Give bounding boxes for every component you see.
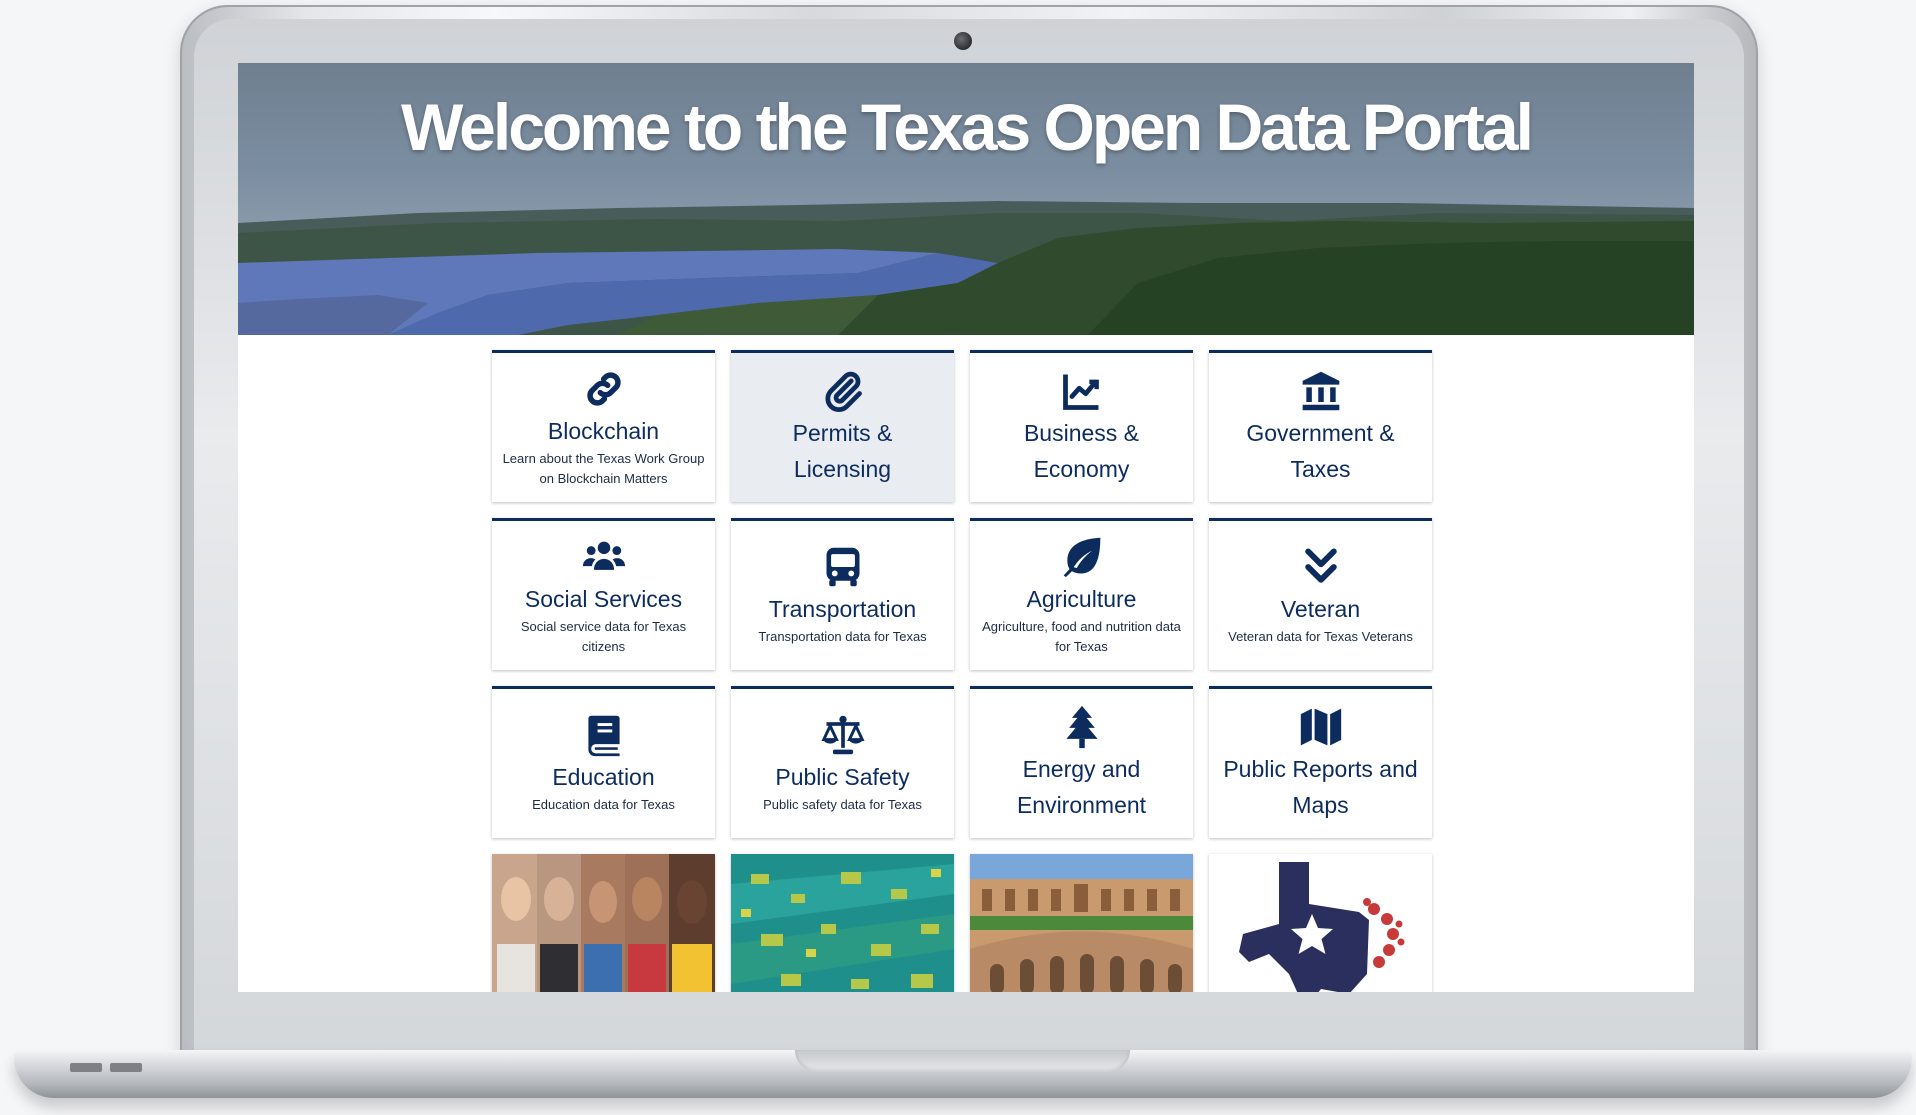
tile-veteran[interactable]: Veteran Veteran data for Texas Veterans	[1209, 518, 1432, 670]
tile-description: Veteran data for Texas Veterans	[1228, 628, 1413, 644]
texas-logo[interactable]	[1209, 854, 1432, 992]
landmark-icon	[1299, 369, 1343, 413]
tile-description: Learn about the Texas Work Group on Bloc…	[502, 450, 705, 486]
browser-screen: Welcome to the Texas Open Data Portal Bl…	[238, 63, 1694, 992]
chart-line-icon	[1060, 369, 1104, 413]
tile-description: Agriculture, food and nutrition data for…	[982, 618, 1181, 654]
laptop-vent	[70, 1063, 102, 1072]
tile-title: Transportation	[768, 595, 917, 622]
tile-title: Business & Economy	[1023, 419, 1140, 482]
capitol-photo[interactable]	[970, 854, 1193, 992]
leaf-icon	[1060, 535, 1104, 579]
tile-transportation[interactable]: Transportation Transportation data for T…	[731, 518, 954, 670]
link-icon	[582, 367, 626, 411]
hero-banner: Welcome to the Texas Open Data Portal	[238, 63, 1694, 335]
page-title: Welcome to the Texas Open Data Portal	[401, 90, 1534, 164]
tile-title: Permits & Licensing	[792, 419, 893, 482]
bus-icon	[821, 545, 865, 589]
tile-description: Social service data for Texas citizens	[520, 618, 687, 654]
tile-title: Education	[552, 763, 655, 790]
camera-icon	[954, 32, 972, 50]
tile-energy-environment[interactable]: Energy and Environment	[970, 686, 1193, 838]
aerial-city-photo[interactable]	[731, 854, 954, 992]
paperclip-icon	[821, 369, 865, 413]
tile-title: Public Safety	[775, 763, 910, 790]
category-grid: Blockchain Learn about the Texas Work Gr…	[492, 350, 1432, 992]
users-icon	[582, 535, 626, 579]
tile-education[interactable]: Education Education data for Texas	[492, 686, 715, 838]
tile-title: Government & Taxes	[1246, 419, 1395, 482]
tile-public-safety[interactable]: Public Safety Public safety data for Tex…	[731, 686, 954, 838]
tree-icon	[1060, 705, 1104, 749]
tile-title: Social Services	[524, 585, 683, 612]
chevron-double-down-icon	[1299, 545, 1343, 589]
tile-agriculture[interactable]: Agriculture Agriculture, food and nutrit…	[970, 518, 1193, 670]
laptop-notch	[795, 1050, 1130, 1072]
tile-description: Education data for Texas	[532, 796, 675, 812]
tile-permits-licensing[interactable]: Permits & Licensing	[731, 350, 954, 502]
balance-scale-icon	[820, 713, 865, 757]
tile-government-taxes[interactable]: Government & Taxes	[1209, 350, 1432, 502]
tile-social-services[interactable]: Social Services Social service data for …	[492, 518, 715, 670]
tile-title: Public Reports and Maps	[1223, 755, 1418, 818]
tile-title: Energy and Environment	[1016, 755, 1147, 818]
tile-public-reports-maps[interactable]: Public Reports and Maps	[1209, 686, 1432, 838]
tile-title: Agriculture	[1026, 585, 1137, 612]
laptop-vent	[110, 1063, 142, 1072]
book-icon	[582, 713, 626, 757]
people-photo[interactable]	[492, 854, 715, 992]
tile-blockchain[interactable]: Blockchain Learn about the Texas Work Gr…	[492, 350, 715, 502]
map-icon	[1299, 705, 1343, 749]
tile-description: Transportation data for Texas	[758, 628, 927, 644]
tile-title: Blockchain	[547, 417, 660, 444]
tile-title: Veteran	[1280, 595, 1361, 622]
tile-business-economy[interactable]: Business & Economy	[970, 350, 1193, 502]
tile-description: Public safety data for Texas	[763, 796, 922, 812]
